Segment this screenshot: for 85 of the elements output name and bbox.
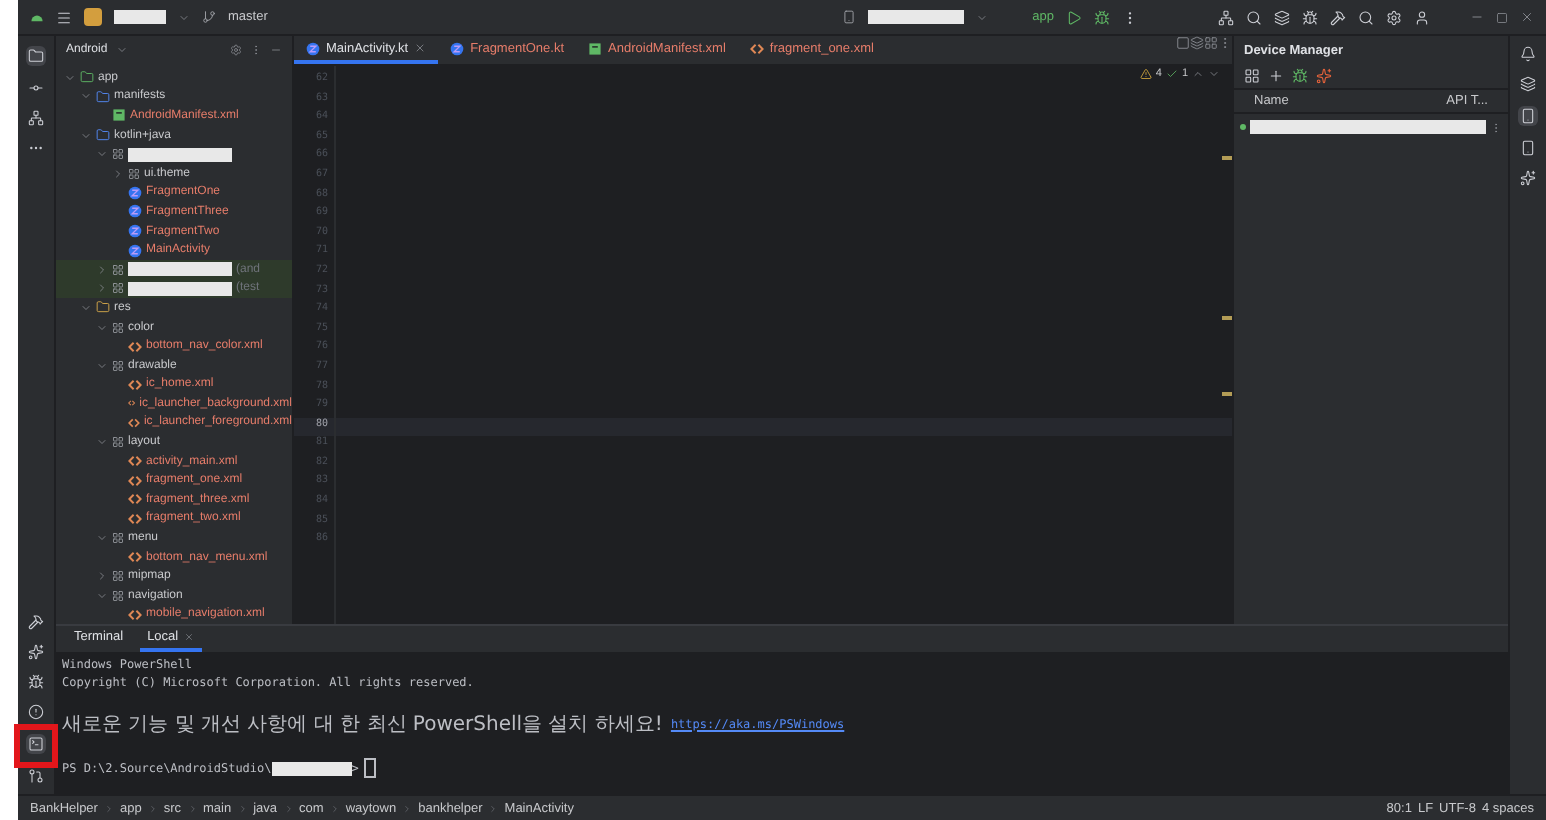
- maximize-icon[interactable]: [1496, 11, 1508, 23]
- terminal-icon[interactable]: [28, 736, 44, 752]
- manifest-file-icon: [112, 108, 126, 123]
- design-view-icon[interactable]: [1204, 36, 1218, 50]
- separator-icon: [283, 803, 294, 813]
- structure-icon[interactable]: [28, 110, 44, 126]
- xml-file-icon: [128, 415, 140, 430]
- separator-icon: [237, 803, 248, 813]
- kotlin-file-icon: [128, 204, 142, 219]
- error-stripe-mark: [1222, 156, 1232, 159]
- run-icon[interactable]: [1066, 9, 1082, 25]
- separator-icon: [187, 803, 197, 813]
- menu-icon[interactable]: [56, 9, 72, 25]
- folder-icon: [96, 128, 110, 143]
- separator-icon: [402, 803, 413, 813]
- separator-icon: [329, 803, 340, 813]
- package-icon: [112, 263, 124, 276]
- text-cursor: [364, 758, 377, 778]
- debug-icon[interactable]: [1094, 9, 1110, 25]
- module-folder-icon: [80, 70, 94, 85]
- xml-file-icon: [128, 396, 136, 411]
- minimize-icon[interactable]: [1470, 10, 1484, 24]
- terminal-text: 새로운 기능 및 개선 사항에 대 한 최신 PowerShell을 설치 하세요!: [62, 712, 663, 738]
- version-control-icon[interactable]: [28, 768, 44, 784]
- problems-icon[interactable]: [28, 704, 44, 720]
- grid-icon[interactable]: [1244, 68, 1260, 84]
- layers-icon[interactable]: [1274, 9, 1290, 25]
- phone-icon[interactable]: [1520, 140, 1536, 156]
- xml-file-icon: [128, 454, 142, 469]
- settings-icon[interactable]: [1386, 9, 1402, 25]
- split-view-icon[interactable]: [1190, 36, 1204, 50]
- xml-file-icon: [128, 473, 142, 488]
- folder-icon: [96, 89, 110, 104]
- package-icon: [128, 167, 140, 180]
- package-icon: [112, 321, 124, 334]
- search-icon[interactable]: [1358, 9, 1374, 25]
- package-icon: [112, 532, 124, 545]
- xml-file-icon: [128, 550, 142, 565]
- package-icon: [112, 282, 124, 295]
- xml-file-icon: [749, 41, 764, 55]
- add-icon[interactable]: [1268, 68, 1284, 84]
- separator-icon: [103, 803, 114, 813]
- project-icon[interactable]: [84, 8, 102, 26]
- sparkle-icon[interactable]: [1520, 170, 1536, 186]
- notifications-icon[interactable]: [1520, 46, 1536, 62]
- resource-folder-icon: [96, 300, 110, 315]
- separator-icon: [147, 803, 158, 813]
- error-stripe-mark: [1222, 392, 1232, 395]
- warning-icon[interactable]: [1139, 68, 1152, 80]
- structure-icon[interactable]: [1218, 9, 1234, 25]
- hammer-icon[interactable]: [28, 614, 44, 630]
- kotlin-file-icon: [128, 224, 142, 239]
- build-icon[interactable]: [1330, 9, 1346, 25]
- code-view-icon[interactable]: [1176, 36, 1190, 50]
- xml-file-icon: [128, 377, 142, 392]
- close-tab-icon[interactable]: [414, 42, 427, 54]
- android-logo-icon: [30, 12, 44, 22]
- device-icon[interactable]: [842, 10, 857, 24]
- kotlin-file-icon: [306, 41, 320, 55]
- close-icon[interactable]: [1520, 10, 1534, 24]
- xml-file-icon: [128, 511, 142, 526]
- bug-icon[interactable]: [1302, 9, 1318, 25]
- kotlin-file-icon: [450, 41, 465, 55]
- device-icon[interactable]: [1520, 108, 1536, 124]
- search-icon[interactable]: [1246, 9, 1262, 25]
- branch-icon[interactable]: [202, 10, 216, 24]
- package-icon: [112, 148, 124, 161]
- account-icon[interactable]: [1414, 9, 1430, 25]
- package-icon: [112, 589, 124, 602]
- error-stripe-mark: [1222, 316, 1232, 319]
- package-icon: [112, 570, 124, 583]
- kotlin-file-icon: [128, 185, 142, 200]
- separator-icon: [488, 803, 499, 813]
- package-icon: [112, 359, 124, 372]
- xml-file-icon: [128, 607, 142, 622]
- bug-icon[interactable]: [28, 674, 44, 690]
- package-icon: [112, 436, 124, 449]
- manifest-file-icon: [588, 41, 603, 55]
- xml-file-icon: [128, 492, 142, 507]
- xml-file-icon: [128, 339, 142, 354]
- check-icon[interactable]: [1165, 68, 1178, 80]
- folder-icon[interactable]: [28, 48, 44, 64]
- commit-icon[interactable]: [28, 80, 44, 96]
- layers-icon[interactable]: [1520, 76, 1536, 92]
- kotlin-file-icon: [128, 243, 142, 258]
